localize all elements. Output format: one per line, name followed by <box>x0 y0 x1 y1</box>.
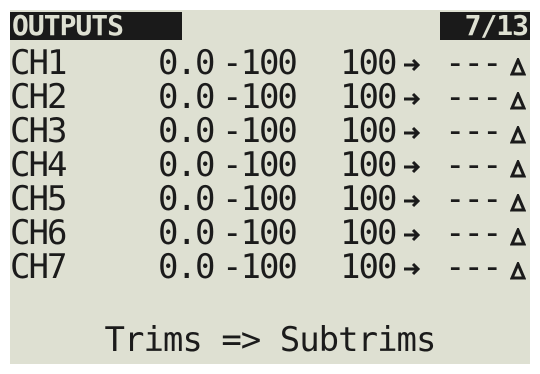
channel-min[interactable]: -100 <box>222 80 298 114</box>
channel-max[interactable]: 100 <box>340 148 397 182</box>
channel-max[interactable]: 100 <box>340 114 397 148</box>
channel-row[interactable]: CH7 0.0 -100 100 --- <box>10 250 530 284</box>
arrow-right-icon[interactable] <box>402 58 422 72</box>
channel-curve[interactable]: --- <box>445 114 502 148</box>
arrow-right-icon[interactable] <box>402 262 422 276</box>
channel-name: CH1 <box>10 43 67 83</box>
channel-curve[interactable]: --- <box>445 148 502 182</box>
channel-name: CH4 <box>10 145 67 185</box>
channel-min[interactable]: -100 <box>222 216 298 250</box>
channel-offset[interactable]: 0.0 <box>158 46 215 80</box>
channel-offset[interactable]: 0.0 <box>158 182 215 216</box>
channel-max[interactable]: 100 <box>340 182 397 216</box>
delta-icon[interactable] <box>510 228 526 246</box>
channel-row[interactable]: CH2 0.0 -100 100 --- <box>10 80 530 114</box>
channel-curve[interactable]: --- <box>445 182 502 216</box>
page-indicator: 7/13 <box>440 12 530 40</box>
channel-name: CH7 <box>10 247 67 287</box>
channel-name: CH3 <box>10 111 67 151</box>
delta-icon[interactable] <box>510 92 526 110</box>
arrow-right-icon[interactable] <box>402 126 422 140</box>
channel-row[interactable]: CH5 0.0 -100 100 --- <box>10 182 530 216</box>
delta-icon[interactable] <box>510 58 526 76</box>
arrow-right-icon[interactable] <box>402 92 422 106</box>
channel-name: CH5 <box>10 179 67 219</box>
channel-max[interactable]: 100 <box>340 216 397 250</box>
channel-offset[interactable]: 0.0 <box>158 148 215 182</box>
channel-min[interactable]: -100 <box>222 182 298 216</box>
lcd-screen: OUTPUTS 7/13 CH1 0.0 -100 100 --- CH2 0.… <box>10 10 530 364</box>
channel-offset[interactable]: 0.0 <box>158 216 215 250</box>
channel-min[interactable]: -100 <box>222 114 298 148</box>
arrow-right-icon[interactable] <box>402 228 422 242</box>
channel-row[interactable]: CH6 0.0 -100 100 --- <box>10 216 530 250</box>
channel-offset[interactable]: 0.0 <box>158 114 215 148</box>
channel-curve[interactable]: --- <box>445 46 502 80</box>
channel-name: CH2 <box>10 77 67 117</box>
channel-offset[interactable]: 0.0 <box>158 250 215 284</box>
page-title-text: OUTPUTS <box>12 10 124 42</box>
channel-offset[interactable]: 0.0 <box>158 80 215 114</box>
delta-icon[interactable] <box>510 160 526 178</box>
channel-list: CH1 0.0 -100 100 --- CH2 0.0 -100 100 --… <box>10 46 530 284</box>
page-title: OUTPUTS <box>10 12 182 40</box>
channel-min[interactable]: -100 <box>222 148 298 182</box>
delta-icon[interactable] <box>510 126 526 144</box>
delta-icon[interactable] <box>510 194 526 212</box>
arrow-right-icon[interactable] <box>402 194 422 208</box>
channel-min[interactable]: -100 <box>222 250 298 284</box>
trims-to-subtrims-action[interactable]: Trims => Subtrims <box>10 320 530 360</box>
channel-curve[interactable]: --- <box>445 216 502 250</box>
channel-min[interactable]: -100 <box>222 46 298 80</box>
channel-max[interactable]: 100 <box>340 250 397 284</box>
page-indicator-text: 7/13 <box>464 10 529 42</box>
channel-curve[interactable]: --- <box>445 250 502 284</box>
arrow-right-icon[interactable] <box>402 160 422 174</box>
delta-icon[interactable] <box>510 262 526 280</box>
channel-max[interactable]: 100 <box>340 46 397 80</box>
channel-row[interactable]: CH1 0.0 -100 100 --- <box>10 46 530 80</box>
channel-curve[interactable]: --- <box>445 80 502 114</box>
channel-row[interactable]: CH4 0.0 -100 100 --- <box>10 148 530 182</box>
channel-name: CH6 <box>10 213 67 253</box>
channel-row[interactable]: CH3 0.0 -100 100 --- <box>10 114 530 148</box>
channel-max[interactable]: 100 <box>340 80 397 114</box>
